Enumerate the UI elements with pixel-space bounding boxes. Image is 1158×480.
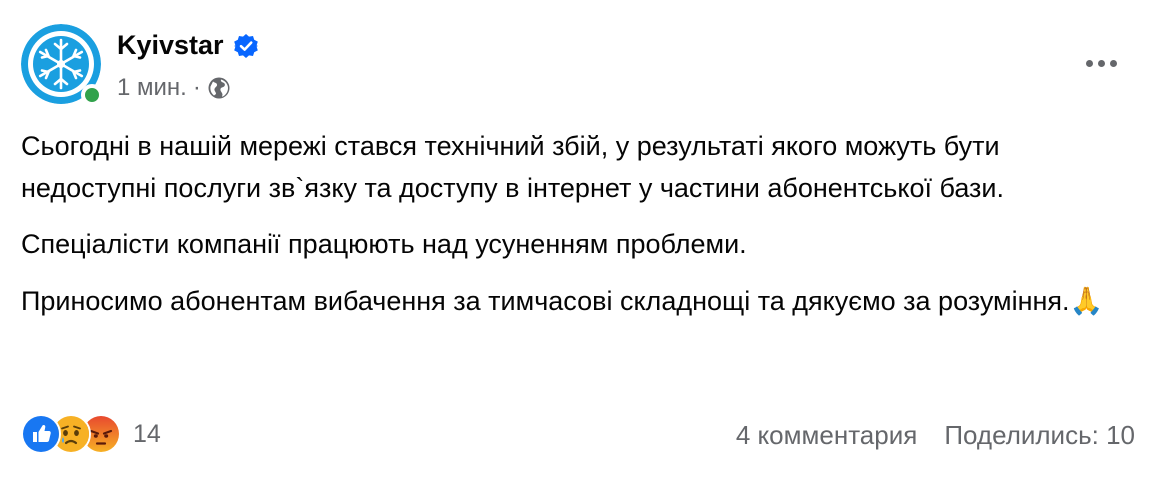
post-paragraph-text: Приносимо абонентам вибачення за тимчасо…: [21, 285, 1070, 316]
post-paragraph: Спеціалісти компанії працюють над усунен…: [21, 229, 747, 259]
shares-link[interactable]: Поделились: 10: [944, 420, 1135, 451]
globe-icon[interactable]: [207, 76, 231, 100]
post-stats: 4 комментария Поделились: 10: [736, 420, 1135, 451]
online-status-dot: [81, 84, 103, 106]
author-name[interactable]: Kyivstar: [117, 30, 224, 61]
dot-icon: [1085, 59, 1093, 67]
folded-hands-emoji: 🙏: [1069, 285, 1104, 316]
page-avatar[interactable]: [21, 24, 103, 106]
reactions-count[interactable]: 14: [133, 420, 161, 449]
post-header: Kyivstar: [117, 30, 259, 61]
reactions-summary[interactable]: 14: [21, 414, 161, 454]
dot-icon: [1097, 59, 1105, 67]
post-time[interactable]: 1 мин.: [117, 74, 187, 102]
post-meta: 1 мин. ·: [117, 74, 231, 102]
like-icon: [21, 414, 61, 454]
post-body: Сьогодні в нашій мережі стався технічний…: [21, 126, 1141, 337]
more-options-button[interactable]: [1078, 48, 1124, 78]
dot-icon: [1109, 59, 1117, 67]
post-paragraph: Сьогодні в нашій мережі стався технічний…: [21, 131, 1004, 203]
meta-separator: ·: [192, 74, 201, 101]
verified-badge-icon: [233, 33, 259, 59]
post-paragraph: Приносимо абонентам вибачення за тимчасо…: [21, 281, 1141, 323]
comments-link[interactable]: 4 комментария: [736, 420, 918, 451]
post-card: Kyivstar 1 мин. · Сьогодні в нашій мереж…: [0, 0, 1158, 480]
